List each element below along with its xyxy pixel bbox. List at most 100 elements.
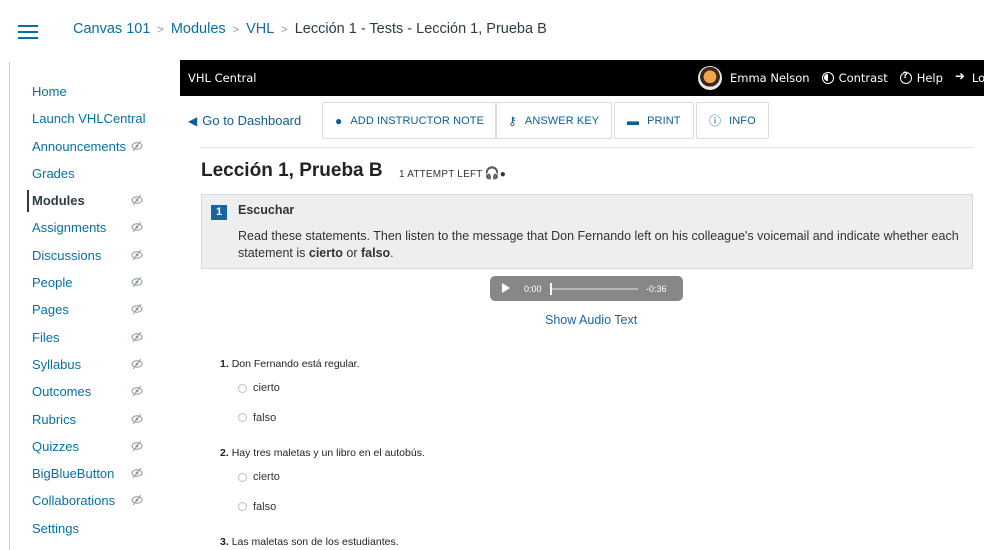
breadcrumb-bar: Canvas 101 > Modules > VHL > Lección 1 - Tests… — [0, 0, 984, 60]
apple-icon: ● — [499, 169, 506, 180]
add-instructor-note-button[interactable]: ● ADD INSTRUCTOR NOTE — [322, 102, 498, 139]
breadcrumb-separator: > — [232, 24, 240, 36]
radio-button[interactable] — [238, 502, 247, 511]
nav-item-bigbluebutton[interactable]: BigBlueButton — [32, 460, 172, 487]
answer-option-falso[interactable]: falso — [238, 501, 276, 513]
play-icon[interactable] — [502, 283, 510, 293]
instructions-falso: falso — [360, 246, 391, 260]
breadcrumb-modules[interactable]: Modules — [171, 21, 226, 37]
show-audio-text-link[interactable]: Show Audio Text — [545, 313, 637, 327]
audio-current-time: 0:00 — [524, 284, 542, 294]
audio-seek-bar[interactable] — [550, 288, 638, 290]
contrast-link[interactable]: Contrast — [839, 71, 888, 85]
logout-link[interactable]: Logout — [972, 71, 984, 85]
user-avatar[interactable] — [698, 66, 722, 90]
nav-item-assignments[interactable]: Assignments — [32, 214, 172, 241]
answer-option-label: cierto — [253, 382, 280, 394]
nav-item-label: Grades — [32, 165, 75, 181]
answer-key-button[interactable]: ⚷ ANSWER KEY — [495, 102, 613, 139]
eye-slash-icon — [131, 276, 143, 288]
nav-item-modules[interactable]: Modules — [27, 187, 172, 214]
info-button[interactable]: ⓘ INFO — [696, 102, 769, 139]
section-instructions: Read these statements. Then listen to th… — [238, 228, 960, 262]
nav-item-grades[interactable]: Grades — [32, 160, 172, 187]
headphones-icon: 🎧 — [484, 166, 500, 180]
nav-item-files[interactable]: Files — [32, 324, 172, 351]
print-label: PRINT — [647, 114, 681, 127]
section-box: 1 Escuchar Read these statements. Then l… — [201, 194, 973, 269]
nav-item-pages[interactable]: Pages — [32, 296, 172, 323]
go-to-dashboard-link[interactable]: ◀ Go to Dashboard — [188, 113, 301, 128]
nav-item-label: Outcomes — [32, 384, 92, 400]
question-number: 3. — [220, 536, 229, 548]
radio-button[interactable] — [238, 383, 247, 393]
hamburger-menu-icon[interactable] — [18, 25, 38, 39]
attempts-left: 1 ATTEMPT LEFT 🎧● — [399, 166, 506, 180]
contrast-icon[interactable] — [821, 72, 834, 84]
nav-item-label: Collaborations — [32, 493, 116, 509]
audio-seek-handle[interactable] — [550, 283, 552, 295]
nav-item-collaborations[interactable]: Collaborations — [32, 487, 172, 514]
instructions-period: . — [390, 246, 394, 260]
nav-item-announcements[interactable]: Announcements — [32, 133, 172, 160]
logout-icon[interactable] — [955, 69, 967, 84]
breadcrumb: Canvas 101 > Modules > VHL > Lección 1 - Tests… — [73, 21, 547, 37]
eye-slash-icon — [131, 385, 143, 397]
breadcrumb-separator: > — [281, 24, 288, 36]
attempts-left-label: 1 ATTEMPT LEFT — [399, 169, 483, 180]
instructions-cierto: cierto — [308, 246, 343, 260]
eye-slash-icon — [131, 440, 143, 452]
nav-item-label: Quizzes — [32, 438, 79, 454]
go-to-dashboard-label: Go to Dashboard — [202, 113, 302, 128]
eye-slash-icon — [131, 194, 143, 206]
help-link[interactable]: Help — [917, 71, 943, 85]
back-arrow-icon: ◀ — [188, 114, 198, 128]
add-instructor-note-label: ADD INSTRUCTOR NOTE — [350, 114, 485, 127]
nav-item-label: Rubrics — [32, 411, 77, 427]
course-navigation: Home Launch VHLCentral Announcements Grades… — [27, 78, 172, 542]
nav-item-syllabus[interactable]: Syllabus — [32, 351, 172, 378]
nav-item-rubrics[interactable]: Rubrics — [32, 406, 172, 433]
eye-slash-icon — [131, 140, 143, 151]
radio-button[interactable] — [238, 413, 247, 422]
print-button[interactable]: ▬ PRINT — [614, 102, 694, 139]
eye-slash-icon — [131, 495, 143, 506]
toolbar: ◀ Go to Dashboard ● ADD INSTRUCTOR NOTE ⚷ A… — [180, 102, 984, 142]
nav-item-home[interactable]: Home — [32, 78, 172, 105]
eye-slash-icon — [131, 331, 143, 342]
nav-item-outcomes[interactable]: Outcomes — [32, 378, 172, 405]
answer-option-label: cierto — [253, 471, 280, 483]
answer-option-label: falso — [253, 411, 277, 424]
question-text: Hay tres maletas y un libro en el autobú… — [231, 447, 425, 459]
radio-button[interactable] — [238, 472, 247, 482]
question-number: 1. — [220, 358, 229, 370]
nav-item-settings[interactable]: Settings — [32, 515, 172, 542]
answer-option-cierto[interactable]: cierto — [238, 471, 280, 483]
page-title: Lección 1, Prueba B — [201, 160, 383, 181]
vhl-brand[interactable]: VHL Central — [188, 71, 256, 85]
breadcrumb-separator: > — [157, 24, 164, 36]
user-name[interactable]: Emma Nelson — [730, 71, 810, 85]
breadcrumb-vhl[interactable]: VHL — [246, 21, 274, 37]
answer-option-falso[interactable]: falso — [238, 412, 276, 424]
eye-slash-icon — [131, 358, 143, 370]
nav-item-people[interactable]: People — [32, 269, 172, 296]
nav-item-label: Syllabus — [32, 356, 82, 372]
eye-slash-icon — [131, 249, 143, 261]
eye-slash-icon — [131, 413, 143, 424]
vhl-frame: VHL Central Emma Nelson Contrast Help Lo… — [180, 60, 984, 550]
nav-item-label: Discussions — [32, 247, 102, 263]
question-3: 3. Las maletas son de los estudiantes. — [220, 536, 399, 548]
breadcrumb-current: Lección 1 - Tests - Lección 1, Prueba B — [294, 21, 547, 37]
info-label: INFO — [729, 114, 756, 127]
nav-item-launch-vhlcentral[interactable]: Launch VHLCentral — [32, 105, 172, 132]
audio-remaining-time: -0:36 — [646, 284, 667, 294]
nav-item-quizzes[interactable]: Quizzes — [32, 433, 172, 460]
nav-item-label: BigBlueButton — [32, 466, 115, 482]
help-icon[interactable] — [899, 71, 912, 84]
nav-item-label: Modules — [32, 193, 85, 209]
breadcrumb-course[interactable]: Canvas 101 — [73, 21, 150, 37]
nav-item-discussions[interactable]: Discussions — [32, 242, 172, 269]
question-number: 2. — [220, 447, 229, 459]
answer-option-cierto[interactable]: cierto — [238, 382, 280, 394]
